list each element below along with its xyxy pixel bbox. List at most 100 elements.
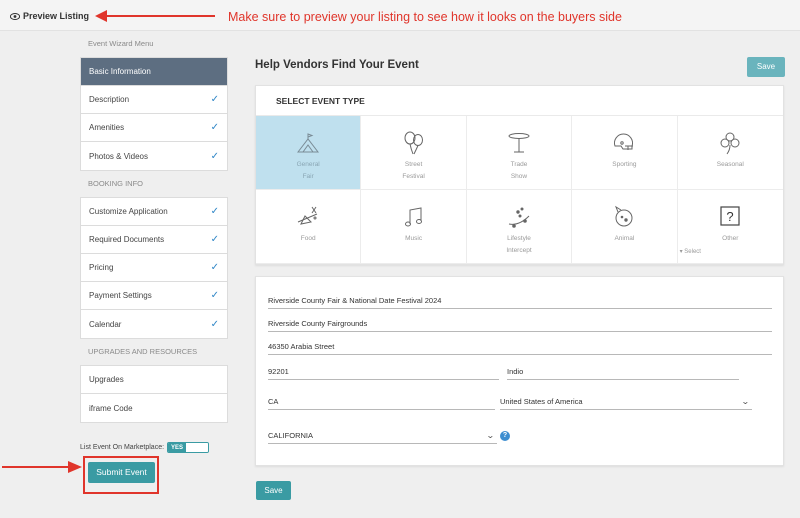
toggle-knob — [186, 443, 209, 452]
save-button-bottom[interactable]: Save — [256, 481, 291, 500]
annotation-text: Make sure to preview your listing to see… — [228, 10, 622, 24]
annotation-arrow-left-icon — [95, 10, 215, 22]
menu-heading: Event Wizard Menu — [88, 39, 154, 48]
event-type-food[interactable]: Food — [256, 190, 362, 264]
event-type-trade-show[interactable]: Trade Show — [466, 116, 573, 190]
menu-group-basic: Basic Information Description ✓ Amenities… — [80, 57, 228, 171]
event-details-form: Riverside County Fair & National Date Fe… — [255, 276, 784, 466]
state-abbr-field[interactable]: CA — [268, 396, 495, 410]
tent-icon — [297, 133, 320, 153]
sidebar-item-label: Customize Application — [89, 207, 168, 216]
event-type-card: SELECT EVENT TYPE General Fair Street Fe… — [255, 85, 784, 265]
menu-group-upgrades: Upgrades iframe Code — [80, 365, 228, 423]
annotation-arrow-right-icon — [2, 461, 82, 473]
event-name-field[interactable]: Riverside County Fair & National Date Fe… — [268, 295, 772, 309]
sidebar-item-basic-information[interactable]: Basic Information — [81, 58, 227, 86]
section-heading-booking: BOOKING INFO — [88, 179, 144, 188]
check-icon: ✓ — [210, 290, 219, 301]
event-type-label: Sporting — [612, 161, 637, 168]
save-button-top[interactable]: Save — [747, 57, 785, 77]
help-icon[interactable]: ? — [500, 431, 510, 441]
preview-listing-label: Preview Listing — [23, 11, 90, 21]
sidebar-item-iframe-code[interactable]: iframe Code — [81, 394, 227, 422]
event-type-label: Trade Show — [510, 161, 528, 180]
sidebar-item-calendar[interactable]: Calendar ✓ — [81, 310, 227, 338]
chevron-down-icon: ⌄ — [486, 431, 496, 440]
marketplace-toggle-row: List Event On Marketplace: YES — [80, 442, 210, 453]
section-heading-upgrades: UPGRADES AND RESOURCES — [88, 347, 198, 356]
check-icon: ✓ — [210, 262, 219, 273]
skateboard-icon — [508, 207, 530, 228]
sidebar-item-description[interactable]: Description ✓ — [81, 86, 227, 114]
sidebar-item-label: Pricing — [89, 263, 114, 272]
event-type-label: Seasonal — [716, 161, 744, 168]
top-bar: Preview Listing Make sure to preview you… — [0, 0, 800, 31]
check-icon: ✓ — [210, 150, 219, 162]
toggle-on-label: YES — [168, 443, 187, 452]
event-type-label: Street Festival — [402, 161, 425, 180]
region-select[interactable]: CALIFORNIA ⌄ — [268, 430, 497, 444]
event-type-label: General Fair — [296, 161, 320, 180]
eye-icon — [10, 12, 20, 20]
event-type-lifestyle-intercept[interactable]: Lifestyle Intercept — [466, 190, 573, 264]
event-type-seasonal[interactable]: Seasonal — [677, 116, 783, 190]
event-type-street-festival[interactable]: Street Festival — [361, 116, 467, 190]
sidebar-item-label: Amenities — [89, 123, 125, 132]
sidebar-item-label: Description — [89, 95, 130, 104]
wizard-sidebar: Event Wizard Menu Basic Information Desc… — [80, 31, 228, 423]
sidebar-item-photos-videos[interactable]: Photos & Videos ✓ — [81, 142, 227, 170]
check-icon: ✓ — [210, 94, 219, 105]
sidebar-item-required-documents[interactable]: Required Documents ✓ — [81, 226, 227, 254]
other-type-select[interactable]: ▾ Select — [680, 248, 701, 255]
menu-group-booking: Customize Application ✓ Required Document… — [80, 197, 228, 339]
sidebar-item-label: Required Documents — [89, 235, 165, 244]
sidebar-item-label: Photos & Videos — [89, 151, 149, 161]
sidebar-item-label: Calendar — [89, 319, 122, 329]
event-type-heading: SELECT EVENT TYPE — [256, 86, 783, 116]
sidebar-item-amenities[interactable]: Amenities ✓ — [81, 114, 227, 142]
address-field[interactable]: 46350 Arabia Street — [268, 341, 772, 355]
clover-icon — [720, 132, 740, 155]
sidebar-item-label: Payment Settings — [89, 291, 152, 300]
marketplace-label: List Event On Marketplace: — [80, 444, 165, 451]
sidebar-item-payment-settings[interactable]: Payment Settings ✓ — [81, 282, 227, 310]
event-type-sporting[interactable]: Sporting — [572, 116, 678, 190]
helmet-icon — [614, 133, 634, 150]
region-value: CALIFORNIA — [268, 431, 314, 440]
event-type-grid: General Fair Street Festival Trade Show … — [256, 116, 783, 264]
event-type-general-fair[interactable]: General Fair — [256, 116, 362, 190]
event-type-label: Music — [405, 235, 423, 242]
country-select[interactable]: United States of America ⌄ — [500, 396, 752, 410]
zip-field[interactable]: 92201 — [268, 366, 499, 380]
submit-event-button[interactable]: Submit Event — [88, 462, 155, 483]
balloons-icon — [404, 131, 423, 155]
event-type-label: Lifestyle Intercept — [506, 235, 532, 254]
question-box-icon: ? — [720, 206, 740, 226]
city-field[interactable]: Indio — [507, 366, 739, 380]
check-icon: ✓ — [210, 122, 219, 133]
sidebar-item-label: Basic Information — [89, 67, 151, 76]
music-note-icon — [404, 207, 422, 227]
sidebar-item-pricing[interactable]: Pricing ✓ — [81, 254, 227, 282]
event-type-animal[interactable]: Animal — [572, 190, 678, 264]
marketplace-toggle[interactable]: YES — [167, 442, 210, 453]
event-type-label: Other — [722, 235, 739, 242]
event-type-label: Animal — [614, 235, 635, 242]
sidebar-item-customize-application[interactable]: Customize Application ✓ — [81, 198, 227, 226]
country-value: United States of America — [500, 397, 583, 406]
venue-field[interactable]: Riverside County Fairgrounds — [268, 318, 772, 332]
check-icon: ✓ — [210, 206, 219, 217]
event-type-music[interactable]: Music — [361, 190, 467, 264]
table-icon — [508, 133, 530, 153]
svg-text:?: ? — [727, 209, 734, 224]
event-type-other[interactable]: ? Other ▾ Select — [677, 190, 783, 264]
sidebar-item-label: iframe Code — [89, 403, 133, 413]
preview-listing-link[interactable]: Preview Listing — [10, 11, 89, 21]
animal-icon — [615, 205, 633, 227]
page-title: Help Vendors Find Your Event — [255, 59, 419, 71]
sidebar-item-label: Upgrades — [89, 375, 124, 384]
sidebar-item-upgrades[interactable]: Upgrades — [81, 366, 227, 394]
chevron-down-icon: ⌄ — [741, 397, 751, 406]
check-icon: ✓ — [210, 318, 219, 330]
food-icon — [297, 206, 318, 225]
